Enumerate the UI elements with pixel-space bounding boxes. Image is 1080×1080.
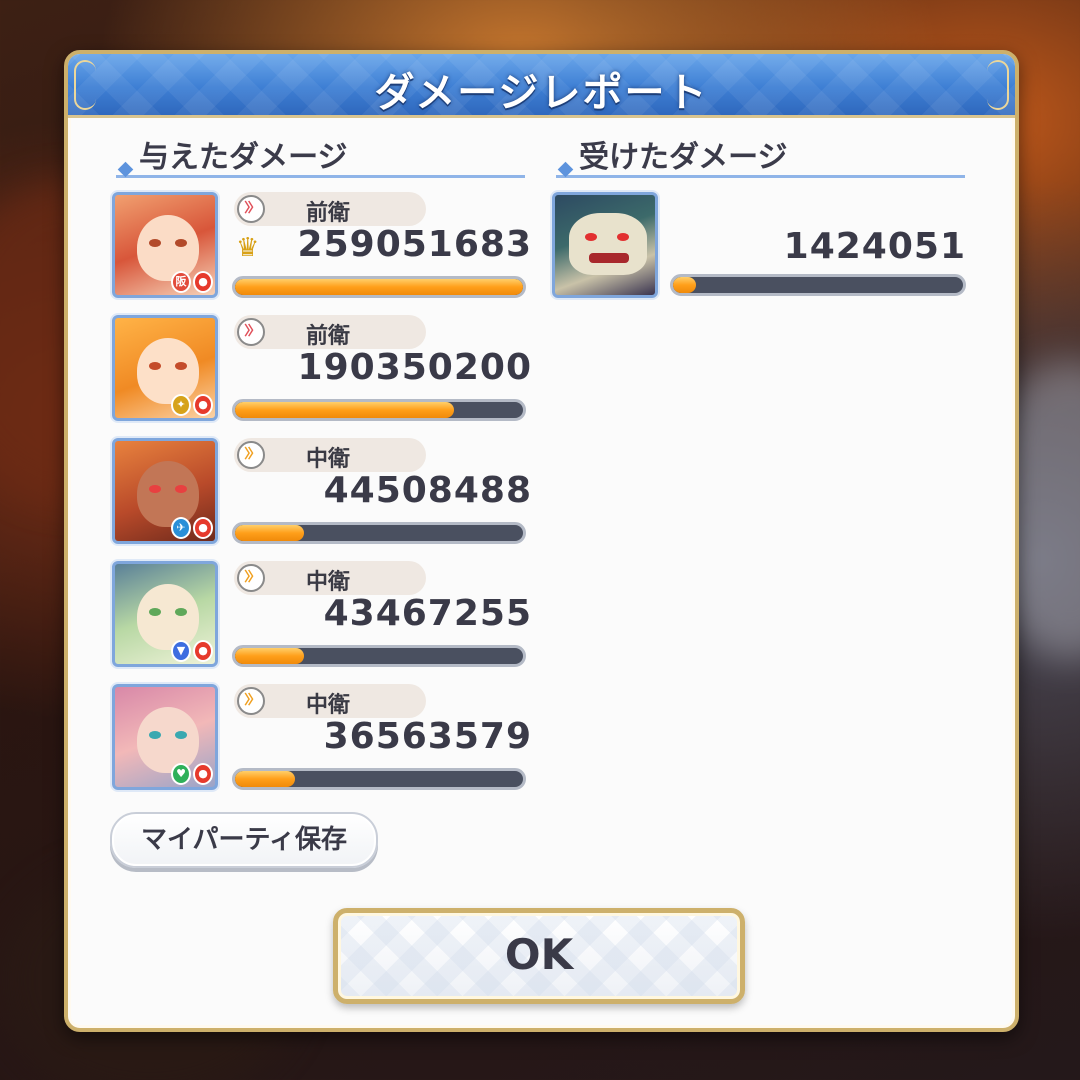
character-portrait[interactable]: ▼ ● [112, 561, 218, 667]
dealt-damage-bar-fill [235, 771, 296, 787]
role-arrow-icon: 〉〉 [237, 687, 265, 715]
received-damage-bar-fill [673, 277, 697, 293]
received-damage-header: 受けたダメージ [556, 132, 965, 178]
diamond-icon [557, 161, 574, 178]
dealt-damage-bar [232, 645, 526, 667]
element-badge: ♥ ● [171, 763, 213, 785]
received-damage-header-label: 受けたダメージ [579, 140, 788, 175]
dealt-damage-row: ♥ ● 〉〉 中衛 36563579 [112, 684, 532, 794]
role-label: 前衛 [306, 201, 351, 226]
portrait-eye [149, 239, 161, 247]
portrait-eye [149, 731, 161, 739]
fire-element-icon: ● [193, 640, 213, 662]
role-label: 中衛 [306, 447, 351, 472]
fire-element-icon: ● [193, 517, 213, 539]
role-pill: 〉〉 前衛 [234, 315, 426, 349]
portrait-eye [175, 485, 187, 493]
portrait-eye [175, 608, 187, 616]
dealt-damage-row: ▼ ● 〉〉 中衛 43467255 [112, 561, 532, 671]
diamond-icon [117, 161, 134, 178]
role-pill: 〉〉 中衛 [234, 684, 426, 718]
dealt-damage-value: 259051683 [297, 224, 532, 265]
received-damage-bar [670, 274, 966, 296]
fire-element-icon: ● [193, 763, 213, 785]
character-portrait[interactable]: ✦ ● [112, 315, 218, 421]
crown-icon: ♛ [236, 233, 260, 263]
dealt-damage-bar-fill [235, 525, 305, 541]
character-portrait[interactable]: ✈ ● [112, 438, 218, 544]
element-badge: ✦ ● [171, 394, 213, 416]
fire-element-icon: ● [193, 394, 213, 416]
role-badge-icon: ✦ [171, 394, 191, 416]
portrait-eye [149, 485, 161, 493]
role-label: 前衛 [306, 324, 351, 349]
character-portrait[interactable]: ♥ ● [112, 684, 218, 790]
dealt-damage-row: ✈ ● 〉〉 中衛 44508488 [112, 438, 532, 548]
character-portrait[interactable]: 阪 ● [112, 192, 218, 298]
role-pill: 〉〉 中衛 [234, 561, 426, 595]
portrait-eye [149, 362, 161, 370]
role-label: 中衛 [306, 570, 351, 595]
dealt-damage-bar-fill [235, 279, 523, 295]
ok-button[interactable]: OK [333, 908, 745, 1004]
save-party-button[interactable]: マイパーティ保存 [110, 812, 378, 868]
dealt-damage-value: 36563579 [323, 716, 532, 757]
dealt-damage-header-label: 与えたダメージ [139, 140, 348, 175]
portrait-eye [175, 362, 187, 370]
element-badge: ✈ ● [171, 517, 213, 539]
portrait-eye [175, 731, 187, 739]
role-pill: 〉〉 中衛 [234, 438, 426, 472]
received-damage-row: 1424051 [552, 192, 968, 302]
role-arrow-icon: 〉〉 [237, 195, 265, 223]
portrait-eye [175, 239, 187, 247]
dealt-damage-value: 44508488 [323, 470, 532, 511]
received-damage-value: 1424051 [783, 226, 966, 267]
dealt-damage-value: 190350200 [297, 347, 532, 388]
dealt-damage-bar [232, 399, 526, 421]
header-ornament-left [74, 60, 96, 110]
dialog-title: ダメージレポート [374, 70, 709, 116]
dealt-damage-bar-fill [235, 648, 305, 664]
role-badge-icon: 阪 [171, 271, 191, 293]
header-ornament-right [987, 60, 1009, 110]
dealt-damage-header: 与えたダメージ [116, 132, 525, 178]
dialog-header: ダメージレポート [68, 54, 1015, 118]
dealt-damage-row: 阪 ● 〉〉 前衛 ♛ 259051683 [112, 192, 532, 302]
dealt-damage-bar [232, 522, 526, 544]
portrait-eye [149, 608, 161, 616]
role-badge-icon: ♥ [171, 763, 191, 785]
dealt-damage-bar [232, 768, 526, 790]
element-badge: 阪 ● [171, 271, 213, 293]
role-badge-icon: ▼ [171, 640, 191, 662]
enemy-portrait[interactable] [552, 192, 658, 298]
role-arrow-icon: 〉〉 [237, 441, 265, 469]
element-badge: ▼ ● [171, 640, 213, 662]
dealt-damage-bar [232, 276, 526, 298]
role-arrow-icon: 〉〉 [237, 564, 265, 592]
dealt-damage-bar-fill [235, 402, 454, 418]
role-badge-icon: ✈ [171, 517, 191, 539]
dealt-damage-row: ✦ ● 〉〉 前衛 190350200 [112, 315, 532, 425]
role-arrow-icon: 〉〉 [237, 318, 265, 346]
role-label: 中衛 [306, 693, 351, 718]
dealt-damage-value: 43467255 [323, 593, 532, 634]
role-pill: 〉〉 前衛 [234, 192, 426, 226]
fire-element-icon: ● [193, 271, 213, 293]
